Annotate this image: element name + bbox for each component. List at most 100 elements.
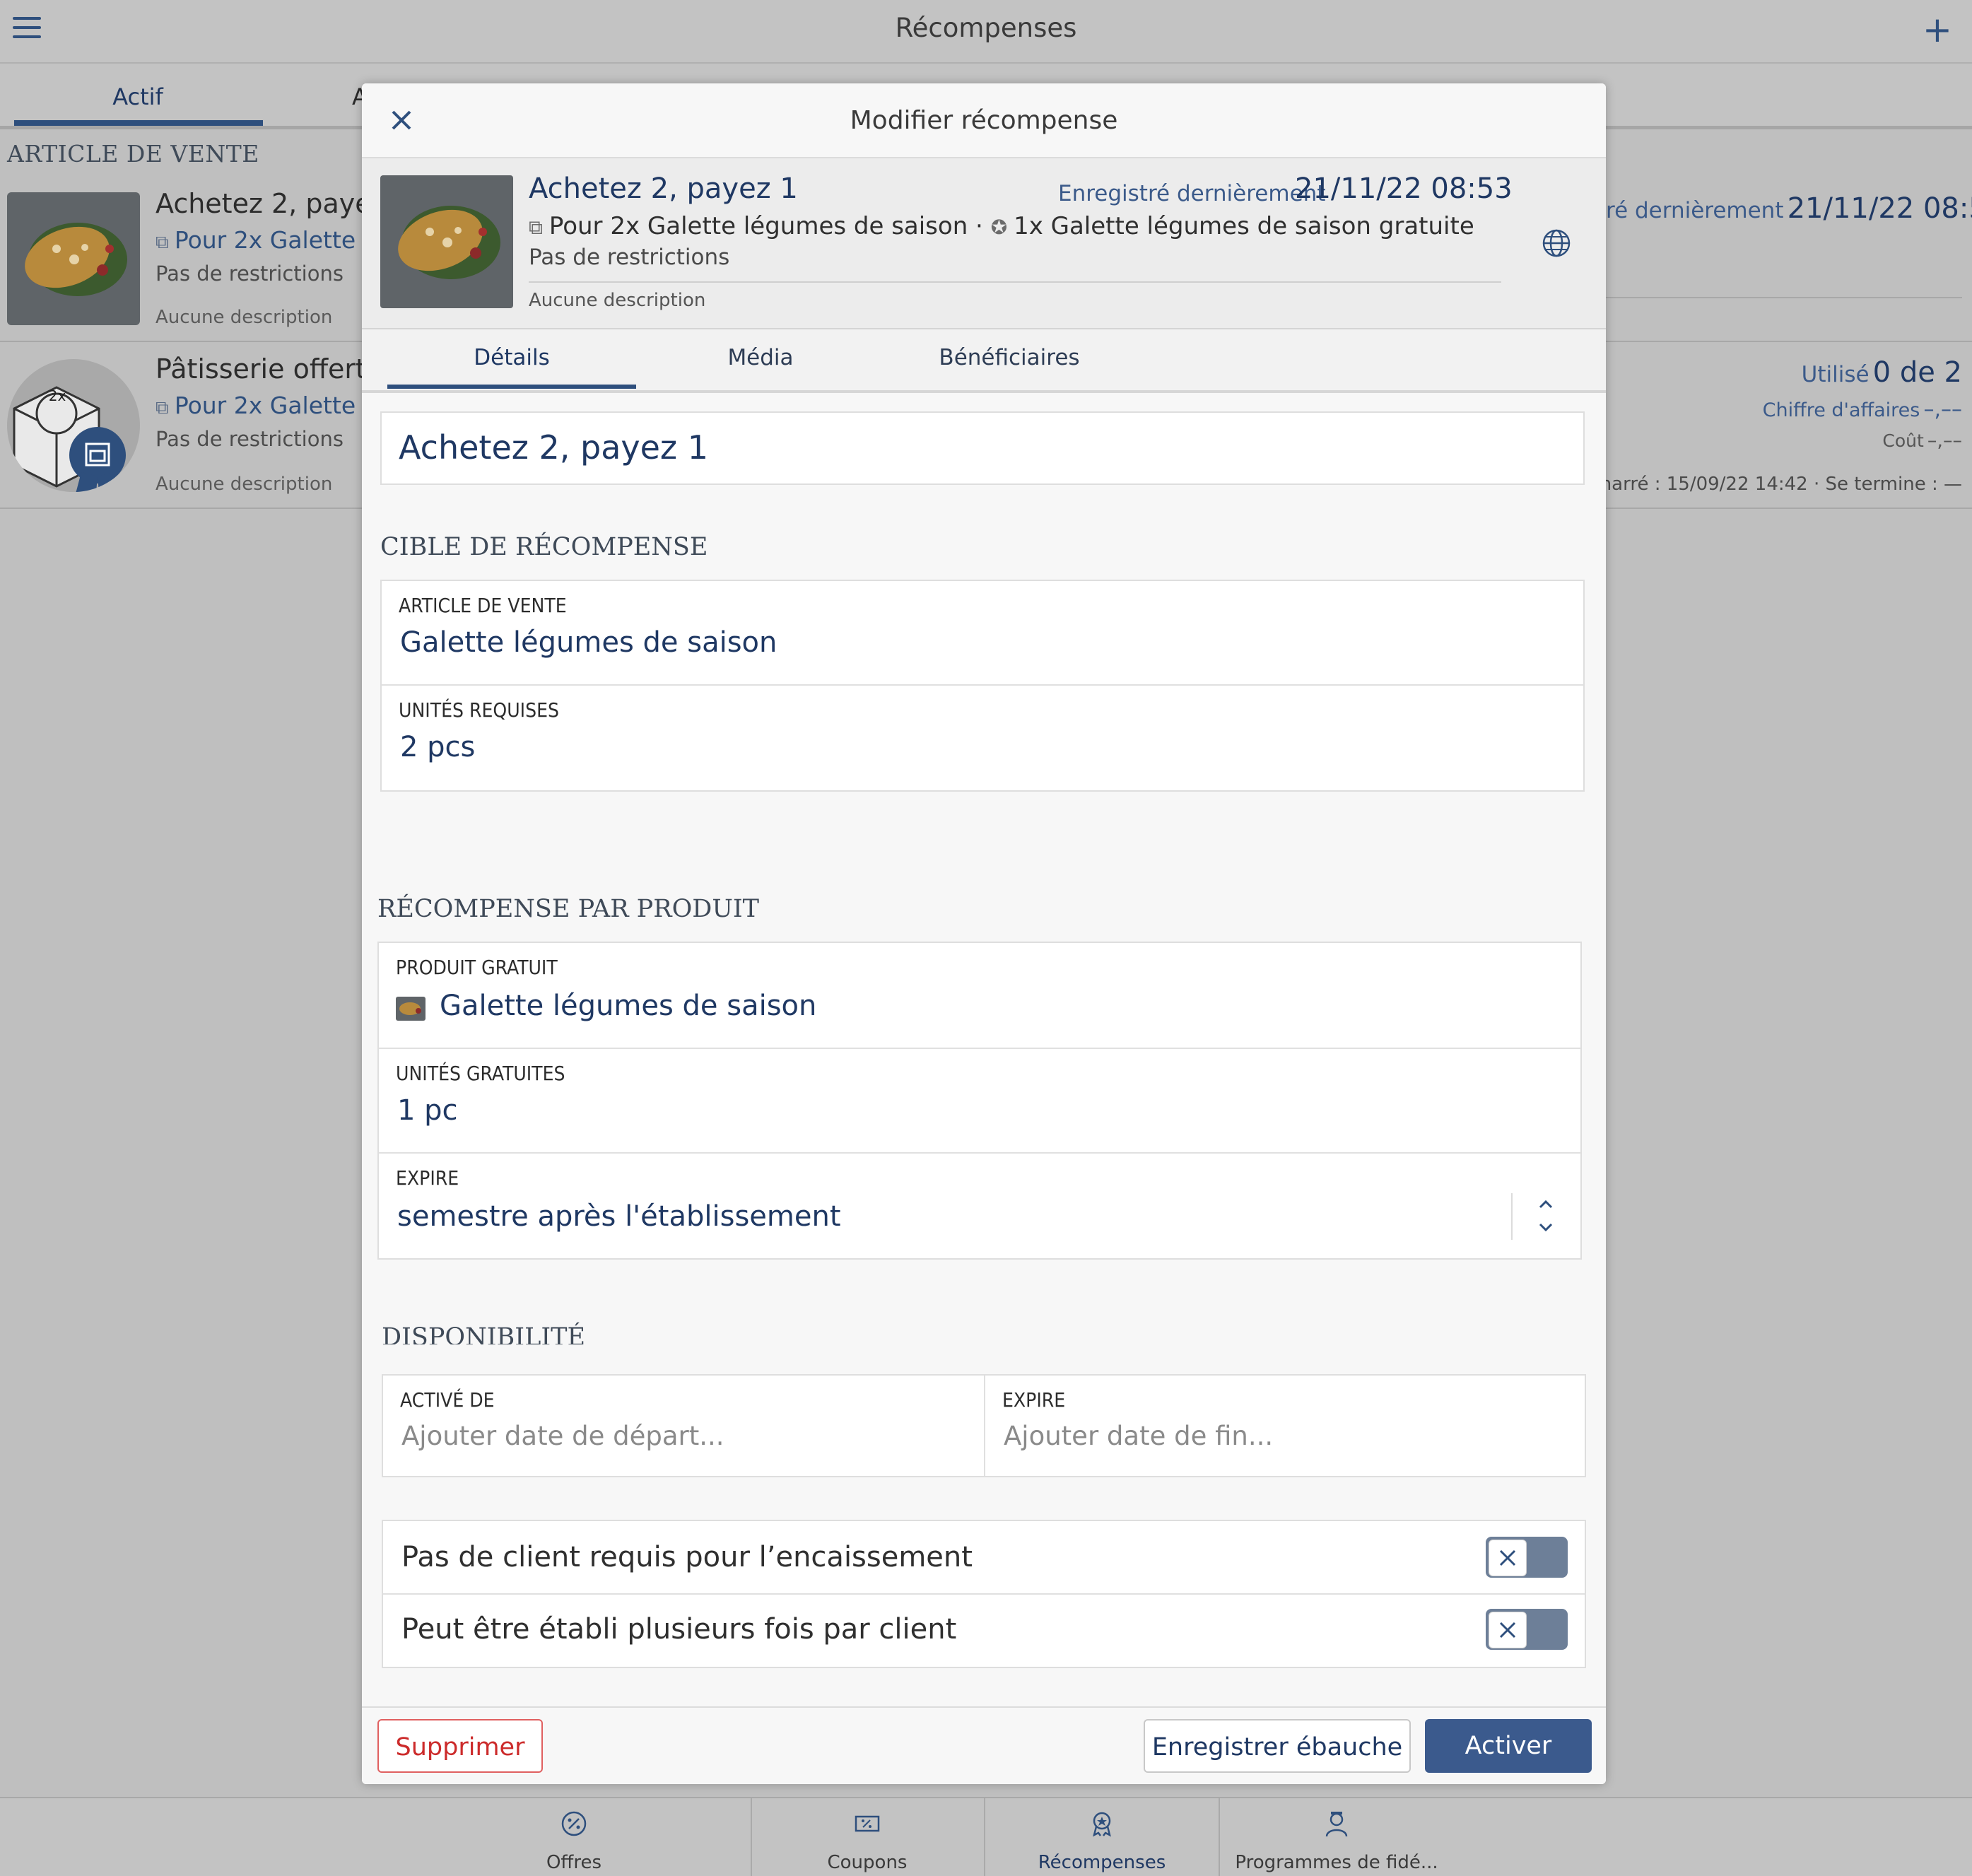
save-draft-button[interactable]: Enregistrer ébauche (1144, 1719, 1411, 1773)
article-field[interactable]: ARTICLE DE VENTE Galette légumes de sais… (382, 581, 1583, 684)
top-app-bar: Récompenses + (0, 0, 1972, 64)
multiple-per-customer-label: Peut être établi plusieurs fois par clie… (401, 1613, 957, 1646)
summary-target-reward: ⧉ Pour 2x Galette légumes de saison · ✪ … (529, 212, 1474, 240)
required-units-label: UNITÉS REQUISES (399, 698, 560, 722)
tab-actif-indicator (14, 120, 263, 126)
free-units-field[interactable]: UNITÉS GRATUITES 1 pc (379, 1049, 1580, 1152)
free-product-value: Galette légumes de saison (440, 990, 817, 1022)
tab-actif[interactable]: Actif (14, 83, 262, 110)
modal-tabs: Détails Média Bénéficiaires (362, 329, 1606, 393)
products-icon: ⧉ (529, 216, 549, 239)
required-units-value: 2 pcs (400, 731, 476, 763)
nav-recompenses[interactable]: Récompenses (985, 1798, 1220, 1876)
tab-details-indicator (387, 385, 636, 389)
quantity-badge: 2x (48, 387, 66, 404)
summary-title: Achetez 2, payez 1 (529, 172, 798, 205)
no-customer-required-toggle[interactable] (1486, 1537, 1568, 1578)
no-customer-required-label: Pas de client requis pour l’encaissement (401, 1541, 973, 1573)
award-icon (1093, 1812, 1111, 1837)
end-date-label: EXPIRE (1002, 1388, 1066, 1412)
product-card: PRODUIT GRATUIT Galette légumes de saiso… (377, 942, 1582, 1260)
option-row: Pas de client requis pour l’encaissement (383, 1521, 1585, 1593)
reward-description: Aucune description (155, 307, 333, 328)
reward-name-field[interactable]: Achetez 2, payez 1 (380, 411, 1585, 485)
reward-ribbon-icon: ✪ (990, 216, 1014, 239)
row-divider (1606, 297, 1962, 298)
start-date-label: ACTIVÉ DE (400, 1388, 495, 1412)
multiple-per-customer-toggle[interactable] (1486, 1609, 1568, 1650)
product-thumbnail-icon (396, 997, 425, 1021)
saved-label: Enregistré dernièrement (1058, 181, 1326, 206)
end-date-placeholder: Ajouter date de fin... (1004, 1421, 1274, 1451)
x-icon (1499, 1549, 1516, 1566)
reward-title: Pâtisserie offerte (155, 353, 383, 385)
target-card: ARTICLE DE VENTE Galette légumes de sais… (380, 580, 1585, 792)
reward-description: Aucune description (155, 474, 333, 495)
expire-value: semestre après l'établissement (397, 1200, 841, 1233)
date-range: Démarré : 15/09/22 14:42 · Se termine : … (1568, 474, 1962, 495)
modal-footer: Supprimer Enregistrer ébauche Activer (362, 1706, 1606, 1784)
products-icon: ⧉ (155, 397, 175, 418)
app-title: Récompenses (895, 13, 1077, 43)
products-icon: ⧉ (155, 232, 175, 253)
article-value: Galette légumes de saison (400, 626, 777, 659)
availability-section-title: DISPONIBILITÉ (382, 1323, 586, 1344)
usage-stat: Utilisé 0 de 2 (1801, 356, 1962, 389)
option-row: Peut être établi plusieurs fois par clie… (383, 1595, 1585, 1667)
summary-divider (529, 281, 1501, 283)
saved-value: 21/11/22 08:53 (1295, 172, 1513, 205)
free-units-value: 1 pc (397, 1094, 458, 1127)
reward-name-value: Achetez 2, payez 1 (399, 428, 708, 467)
nav-label: Coupons (827, 1852, 908, 1873)
modal-header: Modifier récompense (362, 83, 1606, 158)
cost-stat: Coût –,–– (1882, 430, 1962, 452)
free-units-label: UNITÉS GRATUITES (396, 1062, 565, 1085)
loyalty-person-icon (1325, 1812, 1348, 1837)
reward-title: Achetez 2, payez (155, 188, 386, 219)
galette-image (7, 192, 140, 325)
nav-offres[interactable]: Offres (397, 1798, 752, 1876)
x-icon (1499, 1622, 1516, 1638)
tab-media[interactable]: Média (636, 345, 885, 370)
expire-select[interactable]: EXPIRE semestre après l'établissement (379, 1154, 1580, 1258)
edit-reward-modal: Modifier récompense Achetez 2, payez 1 E… (362, 83, 1606, 1784)
globe-icon[interactable] (1541, 228, 1572, 259)
revenue-stat: Chiffre d'affaires –,–– (1762, 397, 1962, 422)
options-card: Pas de client requis pour l’encaissement… (382, 1520, 1586, 1668)
product-section-title: RÉCOMPENSE PAR PRODUIT (377, 895, 760, 923)
nav-programmes[interactable]: Programmes de fidé... (1220, 1798, 1453, 1876)
availability-title-clip: DISPONIBILITÉ (362, 1315, 1606, 1344)
reward-target: ⧉ Pour 2x Galette N (155, 392, 381, 419)
nav-label: Offres (546, 1852, 602, 1873)
target-section-title: CIBLE DE RÉCOMPENSE (380, 533, 708, 561)
required-units-field[interactable]: UNITÉS REQUISES 2 pcs (382, 686, 1583, 790)
delete-button[interactable]: Supprimer (377, 1719, 543, 1773)
tab-details[interactable]: Détails (387, 345, 636, 370)
chevron-up-down-icon[interactable] (1535, 1197, 1556, 1236)
free-product-label: PRODUIT GRATUIT (396, 956, 558, 979)
reward-target: ⧉ Pour 2x Galette lé (155, 226, 385, 254)
section-header: ARTICLE DE VENTE (7, 140, 259, 168)
add-icon[interactable]: + (1923, 10, 1952, 49)
nav-label: Programmes de fidé... (1235, 1852, 1438, 1873)
reward-saved: ré dernièrement 21/11/22 08:53 (1606, 192, 1972, 225)
galette-image (380, 175, 513, 308)
summary-description: Aucune description (529, 290, 706, 311)
select-divider (1511, 1193, 1513, 1240)
nav-label: Récompenses (1038, 1852, 1166, 1873)
expire-label: EXPIRE (396, 1166, 459, 1190)
nav-coupons[interactable]: Coupons (751, 1798, 985, 1876)
pastry-reward-image: 2x (7, 359, 140, 492)
percent-badge-icon (561, 1811, 587, 1836)
activate-button[interactable]: Activer (1425, 1719, 1592, 1773)
reward-restrictions: Pas de restrictions (155, 262, 344, 286)
free-product-field[interactable]: PRODUIT GRATUIT Galette légumes de saiso… (379, 943, 1580, 1048)
start-date-field[interactable]: ACTIVÉ DE Ajouter date de départ... (383, 1376, 984, 1476)
reward-restrictions: Pas de restrictions (155, 427, 344, 451)
tab-beneficiaires[interactable]: Bénéficiaires (885, 345, 1134, 370)
reward-summary: Achetez 2, payez 1 Enregistré dernièreme… (362, 158, 1606, 329)
start-date-placeholder: Ajouter date de départ... (401, 1421, 724, 1451)
coupon-icon (855, 1815, 880, 1832)
end-date-field[interactable]: EXPIRE Ajouter date de fin... (985, 1376, 1585, 1476)
summary-restrictions: Pas de restrictions (529, 245, 730, 270)
